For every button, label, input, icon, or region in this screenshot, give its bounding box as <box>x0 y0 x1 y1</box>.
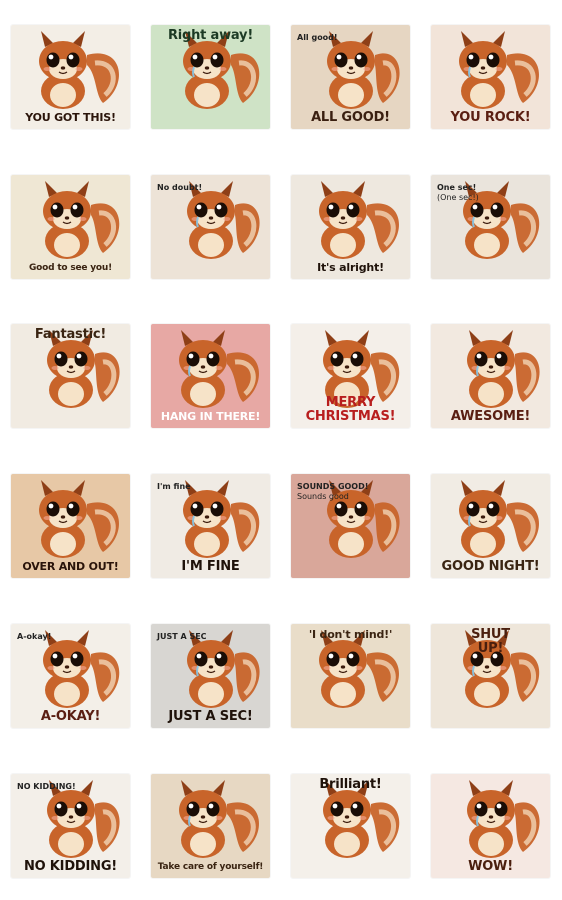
sticker-6[interactable]: No doubt! <box>151 175 270 279</box>
sticker-caption: OVER AND OUT! <box>22 560 119 573</box>
sticker-23[interactable]: Brilliant! <box>291 774 410 878</box>
sticker-caption: Take care of yourself! <box>157 862 264 872</box>
sticker-caption: A-OKAY! <box>40 709 101 724</box>
sticker-caption: Fantastic! <box>34 327 107 342</box>
sticker-caption: NO KIDDING! <box>23 859 118 874</box>
sticker-20[interactable]: SHUT UP! <box>431 624 550 728</box>
sticker-24[interactable]: WOW! <box>431 774 550 878</box>
speech-bubble-text: All good! <box>297 33 338 42</box>
sticker-19[interactable]: 'I don't mind!' <box>291 624 410 728</box>
sticker-16[interactable]: GOOD NIGHT! <box>431 474 550 578</box>
sticker-3[interactable]: All good! ALL GOOD! <box>291 25 410 129</box>
sticker-12[interactable]: AWESOME! <box>431 324 550 428</box>
sticker-caption: YOU ROCK! <box>450 110 531 125</box>
sticker-caption: AWESOME! <box>450 409 531 424</box>
sticker-caption: HANG IN THERE! <box>160 410 261 423</box>
sticker-21[interactable]: NO KIDDING! NO KIDDING! <box>11 774 130 878</box>
sticker-caption-line2: CHRISTMAS! <box>305 409 396 424</box>
sticker-caption: WOW! <box>468 859 513 874</box>
speech-bubble-text: No doubt! <box>157 183 203 192</box>
sticker-caption: Brilliant! <box>319 777 382 792</box>
sticker-caption: Good to see you! <box>28 263 112 273</box>
sticker-grid: YOU GOT THIS! Right away! All good! ALL … <box>0 0 562 900</box>
sticker-caption: 'I don't mind!' <box>308 628 393 641</box>
sticker-17[interactable]: A-okay! A-OKAY! <box>11 624 130 728</box>
sticker-caption: GOOD NIGHT! <box>441 559 540 574</box>
sticker-7[interactable]: It's alright! <box>291 175 410 279</box>
sticker-5[interactable]: Good to see you! <box>11 175 130 279</box>
sticker-caption: Right away! <box>167 28 254 43</box>
sticker-caption: MERRY <box>325 395 376 410</box>
sticker-4[interactable]: YOU ROCK! <box>431 25 550 129</box>
sticker-caption: JUST A SEC! <box>168 709 253 724</box>
sticker-caption: It's alright! <box>317 261 384 274</box>
speech-bubble-text: NO KIDDING! <box>17 782 76 791</box>
sticker-10[interactable]: HANG IN THERE! <box>151 324 270 428</box>
sticker-caption: SHUT <box>471 627 510 642</box>
sticker-caption: ALL GOOD! <box>311 110 390 125</box>
sticker-caption: I'M FINE <box>181 559 240 574</box>
speech-bubble-text: One sec! <box>437 183 477 192</box>
sticker-15[interactable]: SOUNDS GOOD! Sounds good <box>291 474 410 578</box>
speech-bubble-text: JUST A SEC <box>157 632 207 641</box>
sticker-18[interactable]: JUST A SEC JUST A SEC! <box>151 624 270 728</box>
sticker-8[interactable]: One sec! (One sec!) <box>431 175 550 279</box>
speech-bubble-subtext: (One sec!) <box>437 193 479 202</box>
sticker-2[interactable]: Right away! <box>151 25 270 129</box>
speech-bubble-text: I'm fine <box>157 482 191 491</box>
sticker-13[interactable]: OVER AND OUT! <box>11 474 130 578</box>
sticker-caption: YOU GOT THIS! <box>25 111 116 124</box>
sticker-1[interactable]: YOU GOT THIS! <box>11 25 130 129</box>
sticker-22[interactable]: Take care of yourself! <box>151 774 270 878</box>
sticker-caption-line2: UP! <box>477 641 504 656</box>
sticker-9[interactable]: Fantastic! <box>11 324 130 428</box>
speech-bubble-subtext: Sounds good <box>297 492 349 501</box>
sticker-11[interactable]: MERRY CHRISTMAS! <box>291 324 410 428</box>
speech-bubble-text: SOUNDS GOOD! <box>297 482 369 491</box>
sticker-14[interactable]: I'm fine I'M FINE <box>151 474 270 578</box>
speech-bubble-text: A-okay! <box>17 632 52 641</box>
